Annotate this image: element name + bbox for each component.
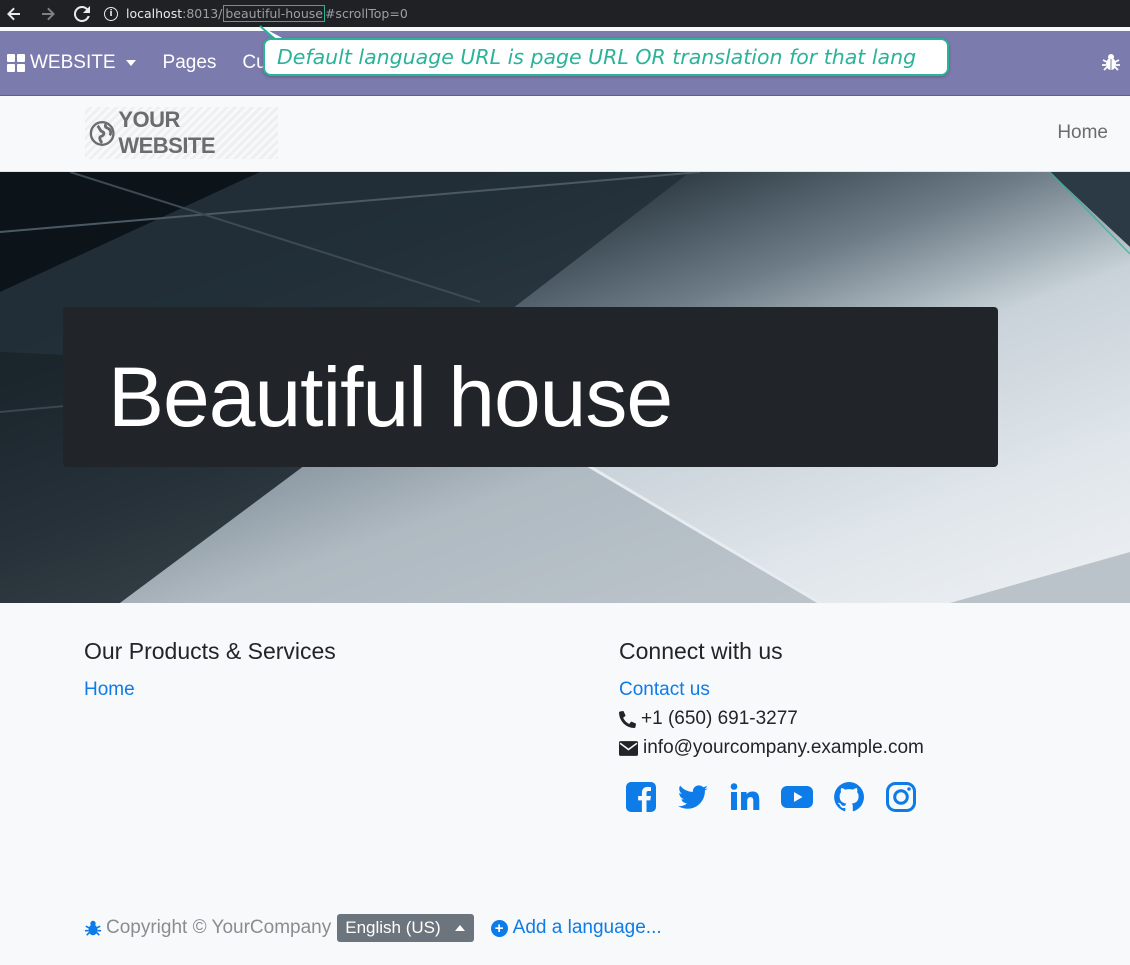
add-language-label: Add a language...: [512, 917, 662, 938]
plus-circle-icon: +: [490, 919, 508, 937]
copyright-text: Copyright © YourCompany: [106, 917, 332, 938]
nav-home-link[interactable]: Home: [1057, 122, 1108, 144]
url-port: :8013/: [182, 6, 223, 21]
browser-toolbar: i localhost :8013/ beautiful-house #scro…: [0, 0, 1130, 27]
connect-heading: Connect with us: [619, 638, 783, 664]
linkedin-icon[interactable]: [729, 781, 761, 813]
caret-down-icon: [125, 60, 136, 66]
youtube-icon[interactable]: [781, 781, 813, 813]
forward-arrow-icon: [42, 7, 55, 20]
menu-pages[interactable]: Pages: [163, 52, 217, 74]
social-links: [625, 781, 937, 813]
reload-button[interactable]: [72, 4, 92, 24]
phone-line: +1 (650) 691-3277: [619, 708, 937, 730]
phone-icon: [619, 710, 636, 728]
email-address: info@yourcompany.example.com: [643, 737, 924, 758]
site-info-icon[interactable]: i: [104, 6, 118, 21]
footer-connect-column: Connect with us Contact us +1 (650) 691-…: [619, 638, 937, 813]
logo-text: YOUR WEBSITE: [118, 107, 216, 158]
site-footer: Our Products & Services Home Connect wit…: [0, 603, 1130, 965]
url-path-highlight: beautiful-house: [223, 5, 325, 22]
language-selector[interactable]: English (US): [337, 914, 474, 942]
apps-grid-icon: [7, 54, 25, 72]
envelope-icon: [619, 740, 638, 756]
debug-bug-icon[interactable]: [84, 919, 102, 937]
url-hash: #scrollTop=0: [324, 6, 408, 21]
annotation-callout: Default language URL is page URL OR tran…: [263, 38, 949, 76]
reload-icon: [74, 5, 90, 22]
instagram-icon[interactable]: [885, 781, 917, 813]
forward-button[interactable]: [38, 4, 58, 24]
hero-title-box: Beautiful house: [63, 307, 998, 467]
footer-home-link[interactable]: Home: [84, 679, 336, 701]
footer-products-column: Our Products & Services Home: [84, 638, 336, 701]
apps-menu-label: WEBSITE: [30, 52, 116, 73]
twitter-icon[interactable]: [677, 781, 709, 813]
phone-number: +1 (650) 691-3277: [641, 708, 798, 729]
contact-us-link[interactable]: Contact us: [619, 679, 937, 701]
back-button[interactable]: [4, 4, 24, 24]
debug-bug-icon[interactable]: [1101, 52, 1121, 72]
hero-title: Beautiful house: [108, 350, 673, 444]
language-selected-label: English (US): [345, 918, 441, 937]
add-language-link[interactable]: + Add a language...: [490, 917, 662, 939]
caret-up-icon: [454, 925, 465, 931]
apps-menu-button[interactable]: WEBSITE: [7, 52, 136, 74]
github-icon[interactable]: [833, 781, 865, 813]
products-heading: Our Products & Services: [84, 638, 336, 664]
callout-text: Default language URL is page URL OR tran…: [277, 45, 917, 69]
url-host: localhost: [126, 6, 183, 21]
site-header: YOUR WEBSITE Home: [0, 97, 1130, 172]
hero-banner: Beautiful house: [0, 172, 1130, 603]
footer-bottom-bar: Copyright © YourCompany English (US) + A…: [84, 914, 662, 942]
globe-icon: [89, 120, 115, 146]
back-arrow-icon: [7, 7, 20, 20]
facebook-icon[interactable]: [625, 781, 657, 813]
address-bar[interactable]: i localhost :8013/ beautiful-house #scro…: [94, 2, 1124, 25]
site-logo[interactable]: YOUR WEBSITE: [85, 107, 278, 159]
email-line: info@yourcompany.example.com: [619, 737, 937, 759]
